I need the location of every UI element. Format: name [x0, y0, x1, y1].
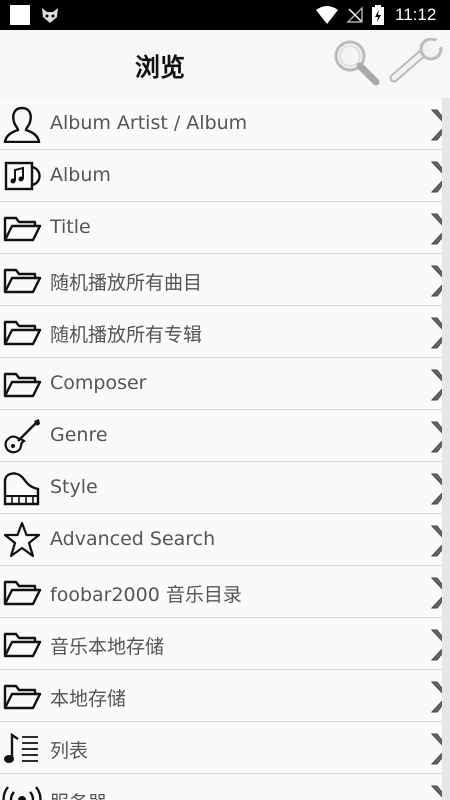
chevron-right-icon [428, 264, 442, 298]
chevron-right-icon [428, 160, 442, 194]
broadcast-icon [2, 786, 42, 800]
album-icon [4, 161, 41, 191]
list-item-style[interactable]: Style [0, 462, 442, 514]
chevron-right-icon [428, 680, 442, 714]
list-item-server[interactable]: 服务器 [0, 774, 442, 800]
page-title: 浏览 [135, 53, 186, 82]
guitar-icon [4, 419, 40, 454]
list-item-label: Genre [50, 424, 108, 446]
chevron-right-icon [428, 108, 442, 142]
star-icon [3, 521, 41, 558]
list-item-label: Composer [50, 372, 147, 394]
chevron-right-icon [428, 576, 442, 610]
battery-charging-icon [372, 5, 384, 25]
chevron-right-icon [428, 472, 442, 506]
list-item-title[interactable]: Title [0, 202, 442, 254]
list-item-album-artist[interactable]: Album Artist / Album [0, 98, 442, 150]
app-notification-icon [42, 8, 58, 23]
folder-icon [2, 625, 42, 663]
search-icon[interactable] [332, 38, 380, 86]
list-item-album[interactable]: Album [0, 150, 442, 202]
header: 浏览 [0, 30, 450, 98]
wifi-icon [316, 6, 338, 24]
list-item-label: 随机播放所有曲目 [50, 272, 203, 294]
chevron-right-icon [428, 524, 442, 558]
folder-icon [2, 209, 42, 247]
list-item-label: Album Artist / Album [50, 112, 248, 134]
folder-icon [2, 573, 42, 611]
list-item-label: Title [50, 216, 91, 238]
list-item-genre[interactable]: Genre [0, 410, 442, 462]
list-item-label: Style [50, 476, 98, 498]
list-item-advanced-search[interactable]: Advanced Search [0, 514, 442, 566]
list-item-shuffle-albums[interactable]: 随机播放所有专辑 [0, 306, 442, 358]
list-item-label: 随机播放所有专辑 [50, 324, 203, 346]
playlist-icon [4, 732, 38, 763]
list-item-label: 音乐本地存储 [50, 636, 165, 658]
browse-list: Album Artist / Album Album Title 随机播放所有曲… [0, 98, 442, 800]
list-item-label: Advanced Search [50, 528, 216, 550]
list-item-composer[interactable]: Composer [0, 358, 442, 410]
folder-icon [2, 677, 42, 715]
chevron-right-icon [428, 420, 442, 454]
list-item-shuffle-tracks[interactable]: 随机播放所有曲目 [0, 254, 442, 306]
chevron-right-icon [428, 628, 442, 662]
person-icon [3, 106, 41, 143]
list-item-music-local-storage[interactable]: 音乐本地存储 [0, 618, 442, 670]
list-item-label: Album [50, 164, 111, 186]
folder-icon [2, 365, 42, 403]
list-item-label: 列表 [50, 740, 89, 762]
chevron-right-icon [428, 732, 442, 766]
chevron-right-icon [428, 368, 442, 402]
chevron-right-icon [428, 212, 442, 246]
list-item-playlists[interactable]: 列表 [0, 722, 442, 774]
list-item-label: 服务器 [50, 788, 107, 800]
clock: 11:12 [395, 5, 437, 24]
scrollbar[interactable] [442, 98, 450, 800]
status-bar: 11:12 [0, 0, 450, 30]
folder-icon [2, 313, 42, 351]
list-item-label: foobar2000 音乐目录 [50, 584, 242, 606]
list-item-foobar-library[interactable]: foobar2000 音乐目录 [0, 566, 442, 618]
list-item-local-storage[interactable]: 本地存储 [0, 670, 442, 722]
chevron-right-icon [428, 316, 442, 350]
wrench-icon[interactable] [388, 38, 446, 86]
list-item-label: 本地存储 [50, 688, 127, 710]
notification-square-icon [10, 5, 30, 25]
folder-icon [2, 261, 42, 299]
piano-icon [3, 472, 40, 506]
no-signal-icon [346, 6, 363, 23]
chevron-right-icon [428, 784, 442, 800]
